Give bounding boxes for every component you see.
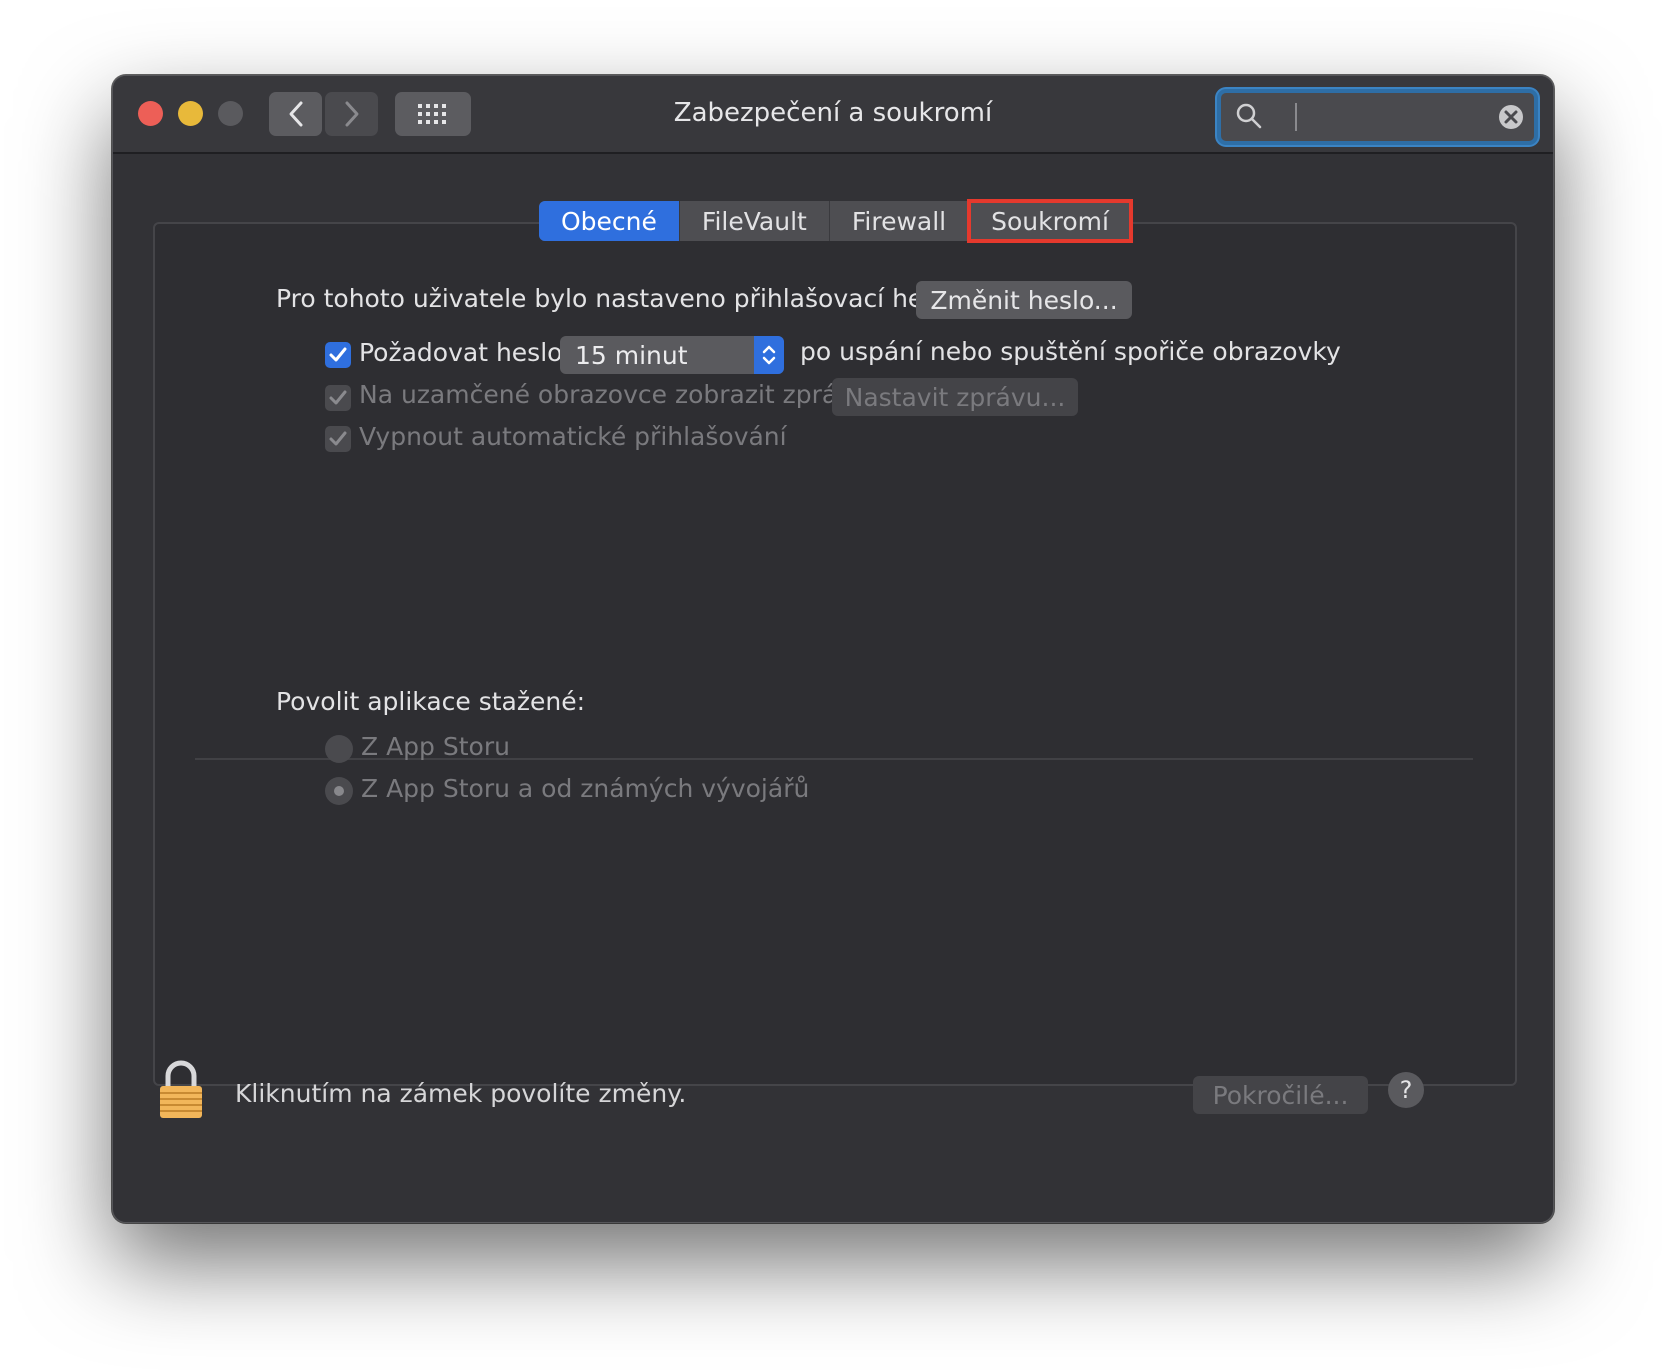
change-password-button[interactable]: Změnit heslo... <box>916 281 1132 319</box>
radio-app-store-identified[interactable] <box>325 777 353 805</box>
disable-autologin-checkbox[interactable] <box>325 426 351 452</box>
tab-general[interactable]: Obecné <box>539 201 680 241</box>
lock-icon[interactable] <box>157 1060 205 1120</box>
radio-selected-dot <box>334 786 344 796</box>
radio-app-store-label: Z App Storu <box>361 732 510 761</box>
search-icon <box>1236 103 1262 129</box>
require-password-label: Požadovat heslo <box>359 338 563 367</box>
lock-text: Kliknutím na zámek povolíte změny. <box>235 1079 687 1108</box>
set-message-button[interactable]: Nastavit zprávu... <box>832 378 1078 416</box>
help-button[interactable]: ? <box>1388 1072 1424 1108</box>
checkmark-icon <box>329 431 347 446</box>
radio-app-store-identified-label: Z App Storu a od známých vývojářů <box>361 774 810 803</box>
password-delay-value: 15 minut <box>575 340 688 370</box>
search-field[interactable] <box>1217 89 1538 145</box>
stepper-arrows <box>754 336 784 374</box>
radio-app-store[interactable] <box>325 735 353 763</box>
tab-bar: Obecné FileVault Firewall Soukromí <box>539 199 1133 243</box>
show-message-checkbox[interactable] <box>325 385 351 411</box>
chevron-up-down-icon <box>762 345 776 365</box>
downloads-heading: Povolit aplikace stažené: <box>276 687 586 716</box>
password-delay-select[interactable]: 15 minut <box>560 336 784 374</box>
password-set-text: Pro tohoto uživatele bylo nastaveno přih… <box>276 284 959 313</box>
tab-privacy[interactable]: Soukromí <box>967 199 1133 243</box>
require-password-suffix: po uspání nebo spuštění spořiče obrazovk… <box>800 337 1341 366</box>
checkmark-icon <box>329 390 347 405</box>
titlebar: Zabezpečení a soukromí <box>113 76 1553 154</box>
disable-autologin-label: Vypnout automatické přihlašování <box>359 422 787 451</box>
show-message-label: Na uzamčené obrazovce zobrazit zprávu <box>359 380 868 409</box>
clear-search-icon[interactable] <box>1498 104 1524 130</box>
preferences-window: Zabezpečení a soukromí Obecné FileVault … <box>112 75 1554 1223</box>
require-password-checkbox[interactable] <box>325 342 351 368</box>
checkmark-icon <box>329 347 347 362</box>
tab-firewall[interactable]: Firewall <box>830 201 970 241</box>
text-cursor <box>1295 103 1297 131</box>
tab-filevault[interactable]: FileVault <box>680 201 830 241</box>
advanced-button[interactable]: Pokročilé... <box>1193 1076 1368 1114</box>
